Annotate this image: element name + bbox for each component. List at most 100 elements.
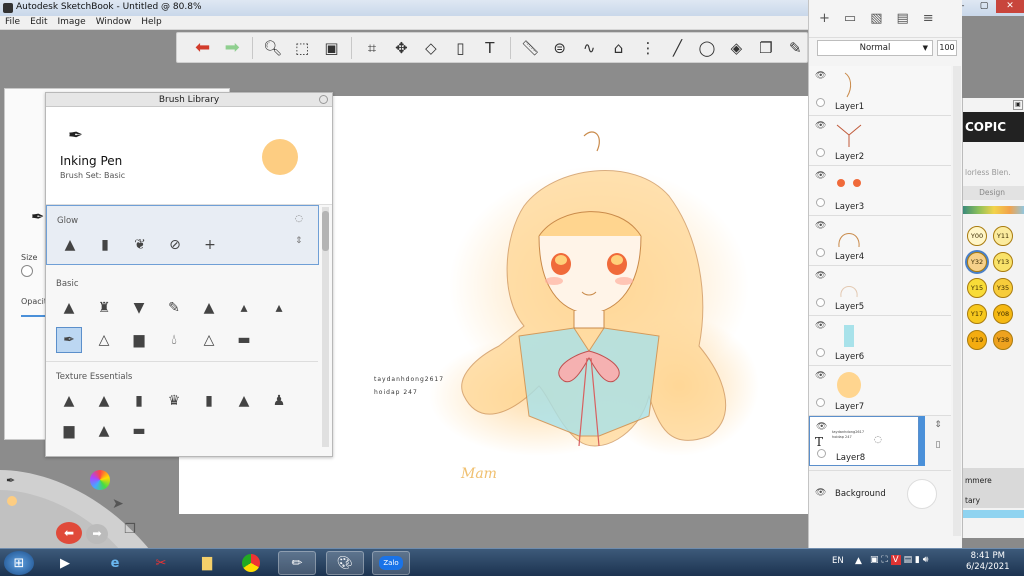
line-icon[interactable]: ╱ xyxy=(666,36,689,60)
texture-brush-5[interactable]: ▮ xyxy=(196,388,222,414)
close-library-icon[interactable] xyxy=(319,95,328,104)
lasso-select-icon[interactable]: ▣ xyxy=(320,36,343,60)
visibility-eye-icon[interactable]: 👁︎ xyxy=(815,71,826,81)
basic-brush-7[interactable]: ▴ xyxy=(266,295,292,321)
add-group-icon[interactable]: ▭ xyxy=(844,11,856,26)
visibility-eye-icon[interactable]: 👁︎ xyxy=(815,321,826,331)
layer-menu-icon[interactable]: ≡ xyxy=(923,11,934,26)
basic-brush-10[interactable]: ▆ xyxy=(126,327,152,353)
layer-item-3[interactable]: 👁︎ Layer3 xyxy=(809,166,951,216)
ellipse-guide-icon[interactable]: ⊜ xyxy=(548,36,571,60)
layer-item-1[interactable]: 👁︎ Layer1 xyxy=(809,66,951,116)
basic-brush-2[interactable]: ♜ xyxy=(91,295,117,321)
settings-icon[interactable]: ◌ xyxy=(874,435,882,445)
background-color-swatch[interactable] xyxy=(907,479,937,509)
glow-brush-2[interactable]: ▮ xyxy=(92,232,118,258)
swatch-y15[interactable]: Y15 xyxy=(967,278,987,298)
tray-icons[interactable]: ▣ ⛶ V ▤ ▮ 🔊︎ xyxy=(870,555,928,565)
taskbar-paint-icon[interactable]: 🎨︎ xyxy=(326,551,364,575)
basic-brush-9[interactable]: △ xyxy=(91,327,117,353)
menu-help[interactable]: Help xyxy=(136,16,167,27)
layer-item-2[interactable]: 👁︎ Layer2 xyxy=(809,116,951,166)
swatch-y11[interactable]: Y11 xyxy=(993,226,1013,246)
basic-brush-4[interactable]: ✎ xyxy=(161,295,187,321)
basic-brush-1[interactable]: ▲ xyxy=(56,295,82,321)
visibility-eye-icon[interactable]: 👁︎ xyxy=(815,371,826,381)
swatch-y38[interactable]: Y38 xyxy=(993,330,1013,350)
swatch-y13[interactable]: Y13 xyxy=(993,252,1013,272)
layer-mask-icon[interactable]: ▤ xyxy=(897,11,909,26)
ruler-icon[interactable]: 📏︎ xyxy=(518,36,541,60)
visibility-eye-icon[interactable]: 👁︎ xyxy=(815,271,826,281)
swatch-y00[interactable]: Y00 xyxy=(967,226,987,246)
visibility-eye-icon[interactable]: 👁︎ xyxy=(815,221,826,231)
basic-brush-5[interactable]: ▲ xyxy=(196,295,222,321)
menu-file[interactable]: File xyxy=(0,16,25,27)
perspective-icon[interactable]: ⌂ xyxy=(607,36,630,60)
settings-icon[interactable]: ◌ xyxy=(295,214,303,224)
layer-opacity-field[interactable]: 100 xyxy=(937,40,957,56)
taskbar-media-icon[interactable]: ▶ xyxy=(46,551,84,575)
french-curve-icon[interactable]: ∿ xyxy=(577,36,600,60)
layer-item-5[interactable]: 👁︎ Layer5 xyxy=(809,266,951,316)
symmetry-icon[interactable]: ⋮ xyxy=(636,36,659,60)
brushes-icon[interactable]: ✎ xyxy=(784,36,807,60)
transform-icon[interactable]: ✥ xyxy=(390,36,413,60)
texture-brush-3[interactable]: ▮ xyxy=(126,388,152,414)
menu-image[interactable]: Image xyxy=(53,16,91,27)
layer-item-6[interactable]: 👁︎ Layer6 xyxy=(809,316,951,366)
size-slider-handle[interactable] xyxy=(21,265,33,277)
texture-brush-4[interactable]: ♛ xyxy=(161,388,187,414)
color-family-strip[interactable] xyxy=(963,206,1024,214)
basic-brush-3[interactable]: ▼ xyxy=(126,295,152,321)
reorder-icon[interactable]: ⇕ xyxy=(295,236,303,246)
glow-brush-3[interactable]: ❦ xyxy=(127,232,153,258)
shapes-icon[interactable]: ◈ xyxy=(725,36,748,60)
layer-item-8[interactable]: 👁︎ T taydanhdong2617 hoidap 247 ◌ Layer8 xyxy=(809,416,919,466)
undo-radial-icon[interactable]: ⬅ xyxy=(56,522,82,544)
opacity-slider[interactable] xyxy=(21,315,45,317)
menu-window[interactable]: Window xyxy=(91,16,137,27)
distort-icon[interactable]: ◇ xyxy=(419,36,442,60)
basic-brush-11[interactable]: 💧︎ xyxy=(161,327,187,353)
basic-brush-12[interactable]: △ xyxy=(196,327,222,353)
brush-radial-icon[interactable]: ✒ xyxy=(6,474,15,487)
redo-radial-icon[interactable]: ➡ xyxy=(86,524,108,544)
texture-brush-2[interactable]: ▲ xyxy=(91,388,117,414)
blend-mode-select[interactable]: Normal ▼ xyxy=(817,40,933,56)
add-image-icon[interactable]: ▧ xyxy=(870,11,882,26)
taskbar-snipping-icon[interactable]: ✂ xyxy=(142,551,180,575)
glow-brush-1[interactable]: ▲ xyxy=(57,232,83,258)
add-layer-icon[interactable]: + xyxy=(819,11,830,26)
zoom-icon[interactable]: 🔍︎ xyxy=(261,36,284,60)
clock[interactable]: 8:41 PM 6/24/2021 xyxy=(966,551,1010,573)
swatch-y32[interactable]: Y32 xyxy=(967,252,987,272)
layer-item-7[interactable]: 👁︎ Layer7 xyxy=(809,366,951,416)
glow-brush-4[interactable]: ⊘ xyxy=(162,232,188,258)
texture-brush-1[interactable]: ▲ xyxy=(56,388,82,414)
glow-brush-5[interactable]: + xyxy=(197,232,223,258)
color-radial-swatch[interactable] xyxy=(7,496,17,506)
inking-pen-brush[interactable]: ✒ xyxy=(56,327,82,353)
fill-icon[interactable]: ▯ xyxy=(449,36,472,60)
menu-edit[interactable]: Edit xyxy=(25,16,52,27)
visibility-eye-icon[interactable]: 👁︎ xyxy=(816,422,827,432)
library-scrollbar[interactable] xyxy=(322,207,329,447)
swatch-y19[interactable]: Y19 xyxy=(967,330,987,350)
taskbar-folder-icon[interactable]: ▇ xyxy=(188,551,226,575)
texture-brush-6[interactable]: ▲ xyxy=(231,388,257,414)
swatch-y35[interactable]: Y35 xyxy=(993,278,1013,298)
text-icon[interactable]: T xyxy=(478,36,501,60)
basic-brush-6[interactable]: ▴ xyxy=(231,295,257,321)
panel-close-icon[interactable]: ▣ xyxy=(1013,100,1023,110)
crop-icon[interactable]: ⌗ xyxy=(360,36,383,60)
taskbar-zalo-icon[interactable]: Zalo xyxy=(372,551,410,575)
language-indicator[interactable]: EN xyxy=(832,556,844,566)
visibility-eye-icon[interactable]: 👁︎ xyxy=(815,488,826,498)
swatch-y08[interactable]: Y08 xyxy=(993,304,1013,324)
visibility-eye-icon[interactable]: 👁︎ xyxy=(815,171,826,181)
circle-icon[interactable]: ◯ xyxy=(695,36,718,60)
maximize-button[interactable]: ▢ xyxy=(972,0,996,13)
undo-icon[interactable]: ⬅ xyxy=(191,36,214,60)
taskbar-sketchbook-icon[interactable]: ✏ xyxy=(278,551,316,575)
